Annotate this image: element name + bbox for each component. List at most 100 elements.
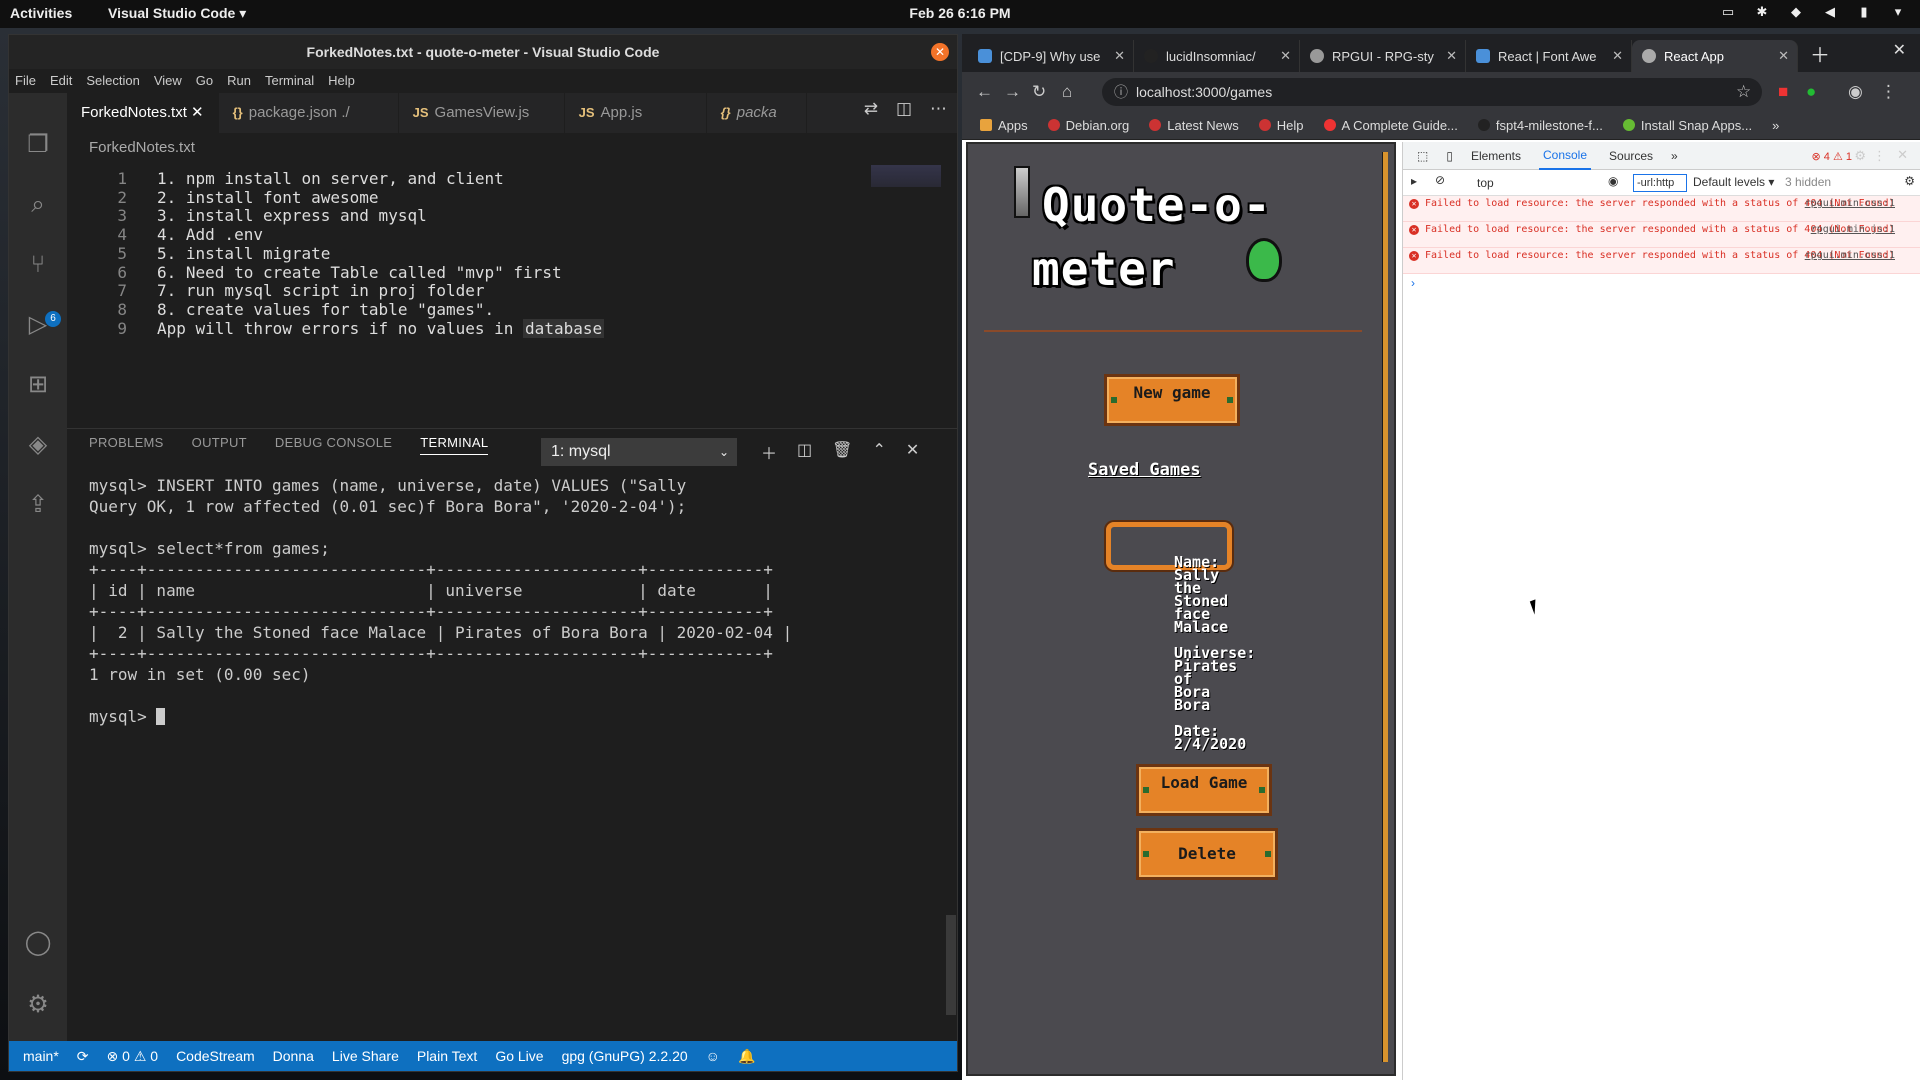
menu-selection[interactable]: Selection [86, 69, 139, 93]
bookmark-debian[interactable]: Debian.org [1047, 112, 1129, 139]
tab-package-json[interactable]: {} package.json ./ [219, 93, 399, 133]
go-live-status[interactable]: Go Live [495, 1048, 543, 1064]
browser-tab[interactable]: lucidInsomniac/✕ [1134, 40, 1300, 72]
volume-icon[interactable]: ◀ [1822, 5, 1838, 19]
account-icon[interactable]: ◯ [22, 927, 54, 959]
new-game-button[interactable]: New game [1104, 374, 1240, 426]
trash-icon[interactable]: 🗑 [832, 440, 852, 464]
code-line[interactable]: 1. npm install on server, and client [157, 169, 504, 188]
source-link[interactable]: rpgui.min.css:1 [1805, 250, 1895, 261]
close-window-button[interactable]: ✕ [931, 43, 949, 61]
close-tab-icon[interactable]: ✕ [191, 104, 204, 121]
close-tab-icon[interactable]: ✕ [1778, 48, 1789, 64]
tab-problems[interactable]: PROBLEMS [89, 435, 164, 455]
menu-help[interactable]: Help [328, 69, 355, 93]
scrollbar-frame[interactable] [1382, 152, 1388, 1062]
bookmark-apps[interactable]: Apps [980, 112, 1028, 139]
problems-status[interactable]: ⊗ 0 ⚠ 0 [107, 1048, 159, 1065]
grammarly-icon[interactable]: ● [1806, 82, 1816, 102]
code-line[interactable]: 6. Need to create Table called "mvp" fir… [157, 263, 562, 282]
close-devtools-icon[interactable]: ✕ [1897, 147, 1908, 163]
load-game-button[interactable]: Load Game [1136, 764, 1272, 816]
maximize-panel-icon[interactable]: ⌃ [872, 440, 885, 464]
codestream-status[interactable]: CodeStream [176, 1048, 255, 1064]
settings-gear-icon[interactable]: ⚙ [22, 989, 54, 1021]
new-tab-button[interactable]: ＋ [1798, 40, 1842, 72]
gpg-status[interactable]: gpg (GnuPG) 2.2.20 [562, 1048, 688, 1064]
tab-gamesview[interactable]: JS GamesView.js [399, 93, 565, 133]
browser-menu-icon[interactable]: ⋮ [1880, 82, 1897, 102]
source-link[interactable]: rpgui.min.css:1 [1805, 198, 1895, 209]
address-bar[interactable]: ⓘ localhost:3000/games [1102, 78, 1762, 106]
tab-elements[interactable]: Elements [1471, 149, 1521, 163]
compare-icon[interactable]: ⇄ [864, 99, 878, 119]
breadcrumb[interactable]: ForkedNotes.txt [89, 139, 195, 156]
reload-icon[interactable]: ↻ [1032, 82, 1046, 102]
menu-edit[interactable]: Edit [50, 69, 72, 93]
bookmark-star-icon[interactable]: ☆ [1736, 82, 1751, 102]
info-icon[interactable]: ⓘ [1114, 78, 1128, 106]
text-editor[interactable]: 1 1. npm install on server, and client 2 2.… [67, 161, 867, 401]
more-actions-icon[interactable]: ⋯ [930, 99, 947, 119]
tab-output[interactable]: OUTPUT [192, 435, 247, 455]
tab-debug-console[interactable]: DEBUG CONSOLE [275, 435, 392, 455]
code-line[interactable]: 5. install migrate [157, 244, 330, 263]
devtools-menu-icon[interactable]: ⋮ [1873, 148, 1886, 164]
eye-icon[interactable]: ◉ [1608, 174, 1618, 188]
console-prompt[interactable]: › [1411, 276, 1415, 290]
tab-console[interactable]: Console [1538, 142, 1592, 170]
menu-run[interactable]: Run [227, 69, 251, 93]
split-terminal-icon[interactable]: ◫ [797, 440, 812, 464]
terminal-scrollbar[interactable] [946, 915, 956, 1015]
slack-icon[interactable]: ✱ [1754, 5, 1770, 19]
minimap[interactable] [871, 165, 941, 187]
menu-go[interactable]: Go [196, 69, 213, 93]
new-terminal-icon[interactable]: ＋ [761, 440, 777, 464]
tab-package-preview[interactable]: {} packa [707, 93, 807, 133]
tab-app-js[interactable]: JS App.js [565, 93, 707, 133]
close-browser-button[interactable]: ✕ [1893, 40, 1906, 60]
code-line[interactable]: 4. Add .env [157, 225, 263, 244]
bookmark-latest-news[interactable]: Latest News [1149, 112, 1239, 139]
log-levels-select[interactable]: Default levels ▾ [1693, 175, 1774, 189]
menu-view[interactable]: View [154, 69, 182, 93]
context-select[interactable]: top [1473, 174, 1601, 192]
browser-tab[interactable]: React | Font Awe ✕ [1466, 40, 1632, 72]
search-icon[interactable]: ⌕ [22, 189, 54, 221]
extensions-icon[interactable]: ⊞ [22, 369, 54, 401]
window-icon[interactable]: ▭ [1720, 5, 1736, 19]
console-settings-icon[interactable]: ⚙ [1904, 174, 1915, 188]
source-control-icon[interactable]: ⑂ [22, 249, 54, 281]
code-line[interactable]: 3. install express and mysql [157, 206, 427, 225]
language-mode[interactable]: Plain Text [417, 1048, 477, 1064]
console-filter-input[interactable]: -url:http [1633, 174, 1687, 192]
clear-console-icon[interactable]: ⊘ [1435, 173, 1445, 187]
code-line[interactable]: 8. create values for table "games". [157, 300, 494, 319]
back-icon[interactable]: ← [976, 82, 993, 102]
device-toggle-icon[interactable]: ▯ [1446, 149, 1453, 163]
tab-terminal[interactable]: TERMINAL [420, 435, 489, 455]
split-editor-icon[interactable]: ◫ [896, 99, 912, 119]
remote-icon[interactable]: ◈ [22, 429, 54, 461]
menu-file[interactable]: File [15, 69, 36, 93]
forward-icon[interactable]: → [1004, 82, 1021, 102]
bookmark-fspt4[interactable]: fspt4-milestone-f... [1477, 112, 1603, 139]
terminal-output[interactable]: mysql> INSERT INTO games (name, universe… [89, 475, 929, 727]
devtools-settings-icon[interactable]: ⚙ [1854, 148, 1866, 164]
error-count[interactable]: ⊗ 4 ⚠ 1 [1812, 150, 1852, 163]
code-line[interactable]: 7. run mysql script in proj folder [157, 281, 485, 300]
close-panel-icon[interactable]: ✕ [906, 440, 919, 464]
branch-status[interactable]: main* [23, 1048, 59, 1064]
system-tray[interactable]: ▭ ✱ ◆ ◀ ▮ ▾ [1720, 5, 1906, 19]
power-icon[interactable]: ▾ [1890, 5, 1906, 19]
bookmark-snap[interactable]: Install Snap Apps... [1622, 112, 1752, 139]
close-tab-icon[interactable]: ✕ [1446, 48, 1457, 64]
tab-forkednotes[interactable]: ForkedNotes.txt ✕ [67, 93, 219, 133]
live-share-status[interactable]: Live Share [332, 1048, 399, 1064]
close-tab-icon[interactable]: ✕ [1114, 48, 1125, 64]
feedback-icon[interactable]: ☺ [706, 1048, 720, 1064]
live-share-icon[interactable]: ⇪ [22, 489, 54, 521]
code-line[interactable]: 2. install font awesome [157, 188, 379, 207]
delete-button[interactable]: Delete [1136, 828, 1278, 880]
close-tab-icon[interactable]: ✕ [1280, 48, 1291, 64]
